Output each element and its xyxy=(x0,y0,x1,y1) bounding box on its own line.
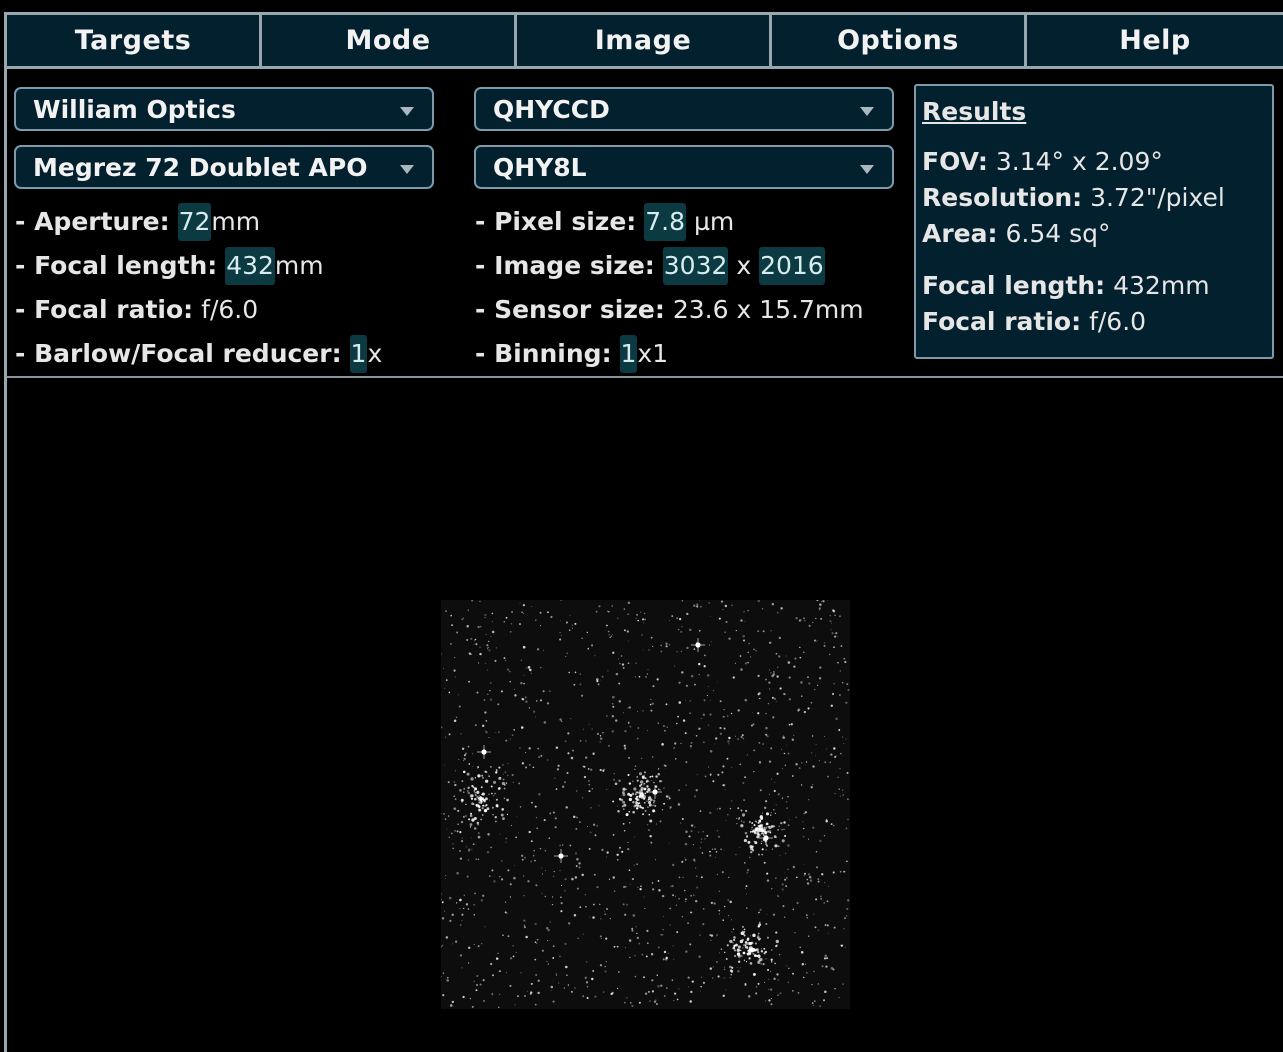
camera-model-select[interactable]: QHY8L xyxy=(474,145,894,189)
barlow-unit: x xyxy=(367,339,383,368)
spec-barlow: - Barlow/Focal reducer: 1x xyxy=(15,332,382,376)
result-resolution: Resolution: 3.72"/pixel xyxy=(922,180,1266,216)
image-width-input[interactable]: 3032 xyxy=(662,247,729,285)
spec-binning: - Binning: 1x1 xyxy=(475,332,668,376)
menu-targets[interactable]: Targets xyxy=(7,15,262,69)
result-fov: FOV: 3.14° x 2.09° xyxy=(922,144,1266,180)
pixel-size-unit: µm xyxy=(693,207,735,236)
result-focal-ratio-value: f/6.0 xyxy=(1089,307,1147,336)
result-focal-ratio: Focal ratio: f/6.0 xyxy=(922,304,1266,340)
result-focal-length-label: Focal length: xyxy=(922,271,1106,300)
results-panel: Results FOV: 3.14° x 2.09° Resolution: 3… xyxy=(914,84,1274,359)
menu-options[interactable]: Options xyxy=(772,15,1027,69)
focal-length-label: - Focal length: xyxy=(15,251,218,280)
menu-image[interactable]: Image xyxy=(517,15,772,69)
spec-sensor-size: - Sensor size: 23.6 x 15.7mm xyxy=(475,288,864,332)
panel-divider xyxy=(7,376,1283,378)
menu-mode[interactable]: Mode xyxy=(262,15,517,69)
sensor-size-value: 23.6 x 15.7mm xyxy=(672,295,864,324)
sensor-size-label: - Sensor size: xyxy=(475,295,665,324)
telescope-model-value: Megrez 72 Doublet APO xyxy=(33,152,368,182)
chevron-down-icon xyxy=(860,107,874,116)
area-value: 6.54 sq° xyxy=(1005,219,1111,248)
chevron-down-icon xyxy=(400,107,414,116)
focal-ratio-value: f/6.0 xyxy=(201,295,259,324)
telescope-brand-value: William Optics xyxy=(33,94,236,124)
telescope-model-select[interactable]: Megrez 72 Doublet APO xyxy=(14,145,434,189)
result-area: Area: 6.54 sq° xyxy=(922,216,1266,252)
spec-image-size: - Image size: 3032 x 2016 xyxy=(475,244,825,288)
barlow-input[interactable]: 1 xyxy=(349,335,368,373)
chevron-down-icon xyxy=(860,165,874,174)
star-field-image xyxy=(441,600,850,1009)
result-focal-length: Focal length: 432mm xyxy=(922,268,1266,304)
spec-focal-length: - Focal length: 432mm xyxy=(15,244,324,288)
spec-focal-ratio: - Focal ratio: f/6.0 xyxy=(15,288,258,332)
fov-label: FOV: xyxy=(922,147,988,176)
spec-aperture: - Aperture: 72mm xyxy=(15,200,260,244)
binning-input[interactable]: 1 xyxy=(619,335,638,373)
top-menu-bar: Targets Mode Image Options Help xyxy=(7,15,1283,69)
area-label: Area: xyxy=(922,219,998,248)
results-title: Results xyxy=(922,97,1027,126)
fov-value: 3.14° x 2.09° xyxy=(995,147,1163,176)
image-size-label: - Image size: xyxy=(475,251,655,280)
binning-label: - Binning: xyxy=(475,339,612,368)
camera-brand-value: QHYCCD xyxy=(493,94,610,124)
telescope-brand-select[interactable]: William Optics xyxy=(14,87,434,131)
aperture-label: - Aperture: xyxy=(15,207,170,236)
binning-unit: x1 xyxy=(637,339,669,368)
result-focal-ratio-label: Focal ratio: xyxy=(922,307,1082,336)
camera-brand-select[interactable]: QHYCCD xyxy=(474,87,894,131)
resolution-label: Resolution: xyxy=(922,183,1083,212)
spec-pixel-size: - Pixel size: 7.8 µm xyxy=(475,200,734,244)
focal-ratio-label: - Focal ratio: xyxy=(15,295,194,324)
aperture-unit: mm xyxy=(211,207,261,236)
chevron-down-icon xyxy=(400,165,414,174)
barlow-label: - Barlow/Focal reducer: xyxy=(15,339,342,368)
aperture-input[interactable]: 72 xyxy=(177,203,212,241)
focal-length-unit: mm xyxy=(274,251,324,280)
camera-model-value: QHY8L xyxy=(493,152,587,182)
star-field-svg xyxy=(441,600,850,1008)
pixel-size-label: - Pixel size: xyxy=(475,207,637,236)
pixel-size-input[interactable]: 7.8 xyxy=(644,203,686,241)
image-height-input[interactable]: 2016 xyxy=(759,247,825,285)
focal-length-input[interactable]: 432 xyxy=(225,247,275,285)
resolution-value: 3.72"/pixel xyxy=(1090,183,1225,212)
image-size-separator: x xyxy=(736,251,752,280)
menu-help[interactable]: Help xyxy=(1027,15,1283,69)
result-focal-length-value: 432mm xyxy=(1113,271,1210,300)
